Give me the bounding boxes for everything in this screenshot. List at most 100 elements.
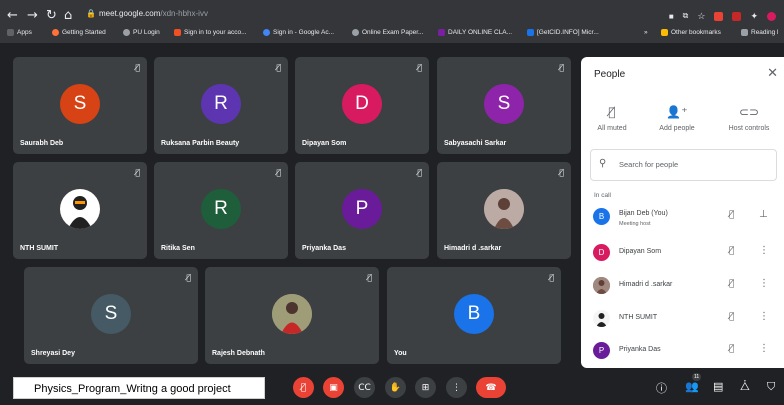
bookmark-item[interactable]: Sign in - Google Ac...: [263, 29, 334, 36]
add-people-button[interactable]: 👤⁺ Add people: [647, 105, 707, 132]
reading-list[interactable]: Reading l: [741, 29, 778, 36]
present-button[interactable]: ⊞: [415, 377, 436, 398]
other-bookmarks[interactable]: Other bookmarks: [661, 29, 721, 36]
participant-tile[interactable]: 🎙̸ S Shreyasi Dey: [24, 267, 198, 364]
mute-all-button[interactable]: 🎙̸ All muted: [582, 105, 642, 132]
participant-name: You: [394, 350, 407, 357]
mic-off-icon: 🎙̸: [549, 273, 554, 282]
avatar: P: [593, 342, 610, 359]
mic-off-icon: 🎙̸: [300, 382, 307, 393]
avatar: S: [91, 293, 131, 334]
mic-off-icon[interactable]: 🎙̸: [729, 210, 734, 220]
more-options-icon[interactable]: ⋮: [759, 343, 769, 354]
participant-row[interactable]: D Dipayan Som 🎙̸ ⋮: [581, 238, 784, 270]
raise-hand-button[interactable]: ✋: [385, 377, 406, 398]
mic-off-icon: 🎙̸: [559, 63, 564, 72]
avatar: R: [201, 83, 241, 124]
star-icon[interactable]: ☆: [697, 11, 705, 22]
apps-icon: [7, 29, 14, 36]
avatar: P: [342, 188, 382, 229]
action-label: All muted: [597, 125, 627, 132]
participant-tile[interactable]: 🎙̸ S Sabyasachi Sarkar: [437, 57, 571, 154]
toggle-icon: ⊂⊃: [738, 105, 760, 119]
action-label: Host controls: [728, 125, 770, 132]
participant-row[interactable]: P Priyanka Das 🎙̸ ⋮: [581, 336, 784, 368]
leave-call-button[interactable]: ☎: [476, 377, 506, 398]
participant-name: Himadri d .sarkar: [619, 281, 673, 288]
mic-off-icon: 🎙̸: [276, 63, 281, 72]
camera-icon[interactable]: ■: [669, 12, 674, 21]
bookmark-item[interactable]: Sign in to your acco...: [174, 29, 247, 36]
bookmark-item[interactable]: PU Login: [123, 29, 160, 36]
bookmarks-bar: Apps Getting Started PU Login Sign in to…: [0, 28, 784, 42]
home-icon[interactable]: ⌂: [64, 8, 72, 24]
participant-name: Saurabh Deb: [20, 140, 64, 147]
search-input[interactable]: ⚲ Search for people: [590, 149, 777, 181]
mic-off-icon[interactable]: 🎙̸: [729, 279, 734, 289]
bookmark-item[interactable]: Getting Started: [52, 29, 106, 36]
camera-toggle-button[interactable]: ▣: [323, 377, 344, 398]
participant-tile[interactable]: 🎙̸ Rajesh Debnath: [205, 267, 379, 364]
more-options-icon[interactable]: ⋮: [759, 311, 769, 322]
participant-name: Rajesh Debnath: [212, 350, 265, 357]
more-bookmarks-icon[interactable]: »: [644, 29, 648, 36]
host-controls-button[interactable]: ⊂⊃ Host controls: [719, 105, 779, 132]
participant-name: NTH SUMIT: [619, 314, 658, 321]
bookmark-item[interactable]: DAILY ONLINE CLA...: [438, 29, 512, 36]
globe-icon: [123, 29, 130, 36]
bookmark-item[interactable]: Online Exam Paper...: [352, 29, 423, 36]
participant-tile[interactable]: 🎙̸ P Priyanka Das: [295, 162, 429, 259]
meeting-title: Physics_Program_Writng a good project: [13, 377, 265, 399]
mic-toggle-button[interactable]: 🎙̸: [293, 377, 314, 398]
extension-icon[interactable]: [732, 11, 742, 21]
mic-off-icon[interactable]: 🎙̸: [729, 246, 734, 256]
chat-icon[interactable]: ▤: [713, 380, 723, 393]
forward-icon[interactable]: →: [27, 8, 38, 24]
bookmark-item[interactable]: Apps: [7, 29, 32, 36]
people-icon[interactable]: 👥: [685, 380, 699, 393]
mic-off-icon: 🎙̸: [608, 105, 616, 119]
mic-off-icon[interactable]: 🎙̸: [729, 312, 734, 322]
bookmark-item[interactable]: [GetCID.INFO] Micr...: [527, 29, 599, 36]
participant-tile[interactable]: 🎙̸ D Dipayan Som: [295, 57, 429, 154]
install-icon[interactable]: ⧉: [683, 11, 689, 21]
back-icon[interactable]: ←: [7, 8, 18, 24]
hangup-icon: ☎: [485, 382, 497, 393]
avatar: S: [60, 83, 100, 124]
participant-row[interactable]: NTH SUMIT 🎙̸ ⋮: [581, 304, 784, 336]
info-icon[interactable]: ⓘ: [656, 380, 667, 396]
participant-row[interactable]: B Bijan Deb (You) Meeting host 🎙̸ ⊥: [581, 202, 784, 234]
participant-name: Bijan Deb (You): [619, 210, 668, 217]
mic-off-icon: 🎙̸: [186, 273, 191, 282]
lock-icon[interactable]: 🔒: [86, 9, 96, 18]
close-icon[interactable]: ✕: [767, 66, 778, 81]
participant-tile[interactable]: 🎙̸ S Saurabh Deb: [13, 57, 147, 154]
activities-icon[interactable]: ⧊: [740, 380, 750, 394]
participant-tile[interactable]: 🎙̸ R Ritika Sen: [154, 162, 288, 259]
participant-tile[interactable]: 🎙̸ R Ruksana Parbin Beauty: [154, 57, 288, 154]
extension-icon[interactable]: [714, 11, 724, 21]
participant-count-badge: 11: [692, 373, 702, 381]
participant-tile[interactable]: 🎙̸ Himadri d .sarkar: [437, 162, 571, 259]
participant-tile[interactable]: 🎙̸ NTH SUMIT: [13, 162, 147, 259]
captions-button[interactable]: CC: [354, 377, 375, 398]
participant-tile[interactable]: 🎙̸ B You: [387, 267, 561, 364]
section-label: In call: [594, 192, 611, 199]
profile-photo: [60, 188, 100, 229]
puzzle-icon[interactable]: ✦: [750, 11, 758, 22]
more-options-icon[interactable]: ⋮: [759, 245, 769, 256]
firefox-icon: [52, 29, 59, 36]
more-options-icon[interactable]: ⋮: [759, 278, 769, 289]
url-bar[interactable]: meet.google.com/xdn-hbhx-ivv: [99, 9, 208, 18]
avatar: D: [342, 83, 382, 124]
host-controls-icon[interactable]: ⛉: [767, 380, 775, 394]
address-row: ← → ↻ ⌂ 🔒 meet.google.com/xdn-hbhx-ivv ■…: [0, 6, 784, 26]
profile-icon[interactable]: [767, 11, 776, 21]
participant-row[interactable]: Himadri d .sarkar 🎙̸ ⋮: [581, 271, 784, 303]
pin-icon[interactable]: ⊥: [759, 209, 768, 220]
profile-photo: [272, 293, 312, 334]
mic-off-icon[interactable]: 🎙̸: [729, 344, 734, 354]
mic-off-icon: 🎙̸: [135, 63, 140, 72]
reload-icon[interactable]: ↻: [46, 8, 57, 24]
more-options-button[interactable]: ⋮: [446, 377, 467, 398]
